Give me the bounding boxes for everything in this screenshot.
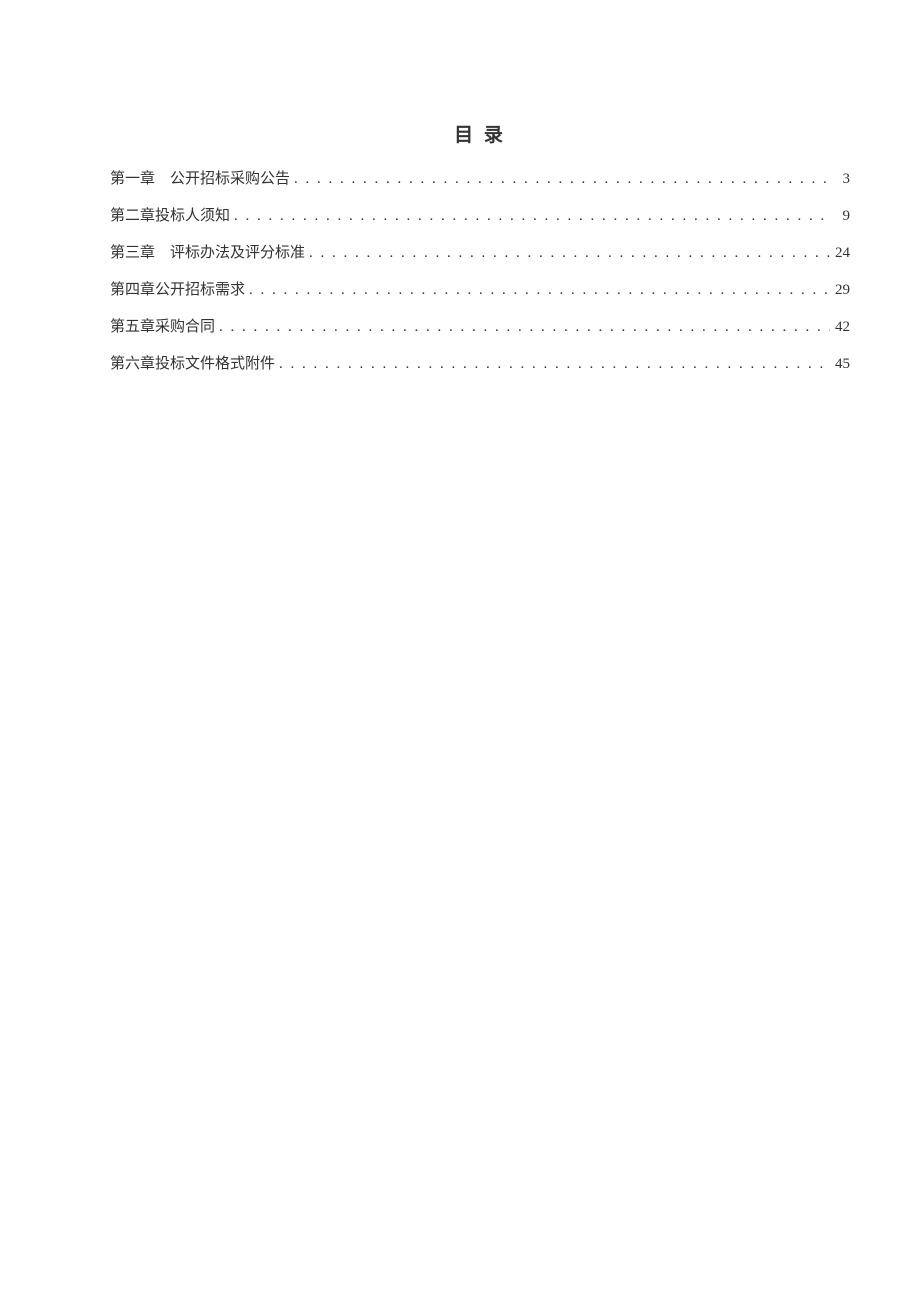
toc-dots xyxy=(215,317,830,338)
toc-entry-label: 第四章公开招标需求 xyxy=(110,280,245,301)
toc-dots xyxy=(305,243,830,264)
toc-entry-label: 第五章采购合同 xyxy=(110,317,215,338)
toc-entry-page: 45 xyxy=(830,354,850,375)
toc-entry-page: 24 xyxy=(830,243,850,264)
toc-dots xyxy=(230,206,830,227)
toc-entry: 第五章采购合同 42 xyxy=(110,317,850,338)
toc-entry: 第四章公开招标需求 29 xyxy=(110,280,850,301)
toc-entry-page: 42 xyxy=(830,317,850,338)
toc-dots xyxy=(275,354,830,375)
toc-dots xyxy=(290,169,830,190)
toc-title: 目 录 xyxy=(110,120,850,147)
toc-list: 第一章 公开招标采购公告 3 第二章投标人须知 9 第三章 评标办法及评分标准 … xyxy=(110,169,850,375)
toc-entry: 第一章 公开招标采购公告 3 xyxy=(110,169,850,190)
toc-entry-page: 29 xyxy=(830,280,850,301)
toc-entry: 第六章投标文件格式附件 45 xyxy=(110,354,850,375)
toc-entry-label: 第一章 公开招标采购公告 xyxy=(110,169,290,190)
toc-entry-page: 9 xyxy=(830,206,850,227)
toc-entry-label: 第二章投标人须知 xyxy=(110,206,230,227)
toc-entry-label: 第三章 评标办法及评分标准 xyxy=(110,243,305,264)
toc-entry-page: 3 xyxy=(830,169,850,190)
toc-entry: 第二章投标人须知 9 xyxy=(110,206,850,227)
toc-entry-label: 第六章投标文件格式附件 xyxy=(110,354,275,375)
toc-entry: 第三章 评标办法及评分标准 24 xyxy=(110,243,850,264)
document-page: 目 录 第一章 公开招标采购公告 3 第二章投标人须知 9 第三章 评标办法及评… xyxy=(0,0,920,375)
toc-dots xyxy=(245,280,830,301)
